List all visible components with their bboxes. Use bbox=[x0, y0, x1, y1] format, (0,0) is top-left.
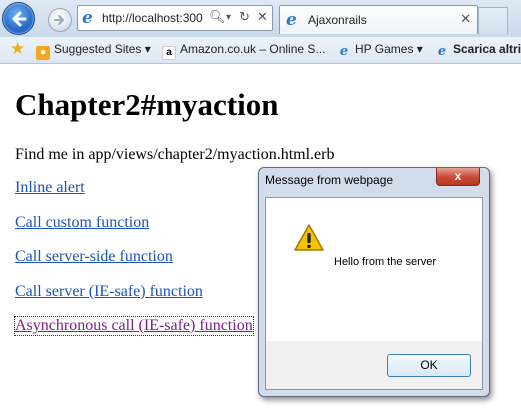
link-call-custom-function[interactable]: Call custom function bbox=[15, 214, 149, 232]
ie-page-icon: e bbox=[82, 8, 93, 28]
favorites-bar: ★ ● Suggested Sites ▾ a Amazon.co.uk – Onl… bbox=[0, 37, 521, 64]
dropdown-icon[interactable]: ▾ bbox=[226, 12, 231, 23]
amazon-icon: a bbox=[162, 46, 176, 60]
favorite-scarica-altri[interactable]: e Scarica altri bbox=[435, 42, 521, 59]
link-asynchronous-call-ie-safe-function[interactable]: Asynchronous call (IE-safe) function bbox=[14, 316, 254, 336]
dialog-message-area: Hello from the server bbox=[266, 198, 482, 341]
address-bar[interactable]: e http://localhost:300 🔍︎ ▾ ↻ ✕ bbox=[77, 5, 273, 31]
address-url[interactable]: http://localhost:300 bbox=[102, 11, 204, 25]
link-call-server-ie-safe-function[interactable]: Call server (IE-safe) function bbox=[15, 283, 203, 301]
ie-tab-icon: e bbox=[286, 10, 297, 30]
browser-toolbar: e http://localhost:300 🔍︎ ▾ ↻ ✕ e Ajaxon… bbox=[0, 0, 521, 37]
forward-button[interactable] bbox=[48, 8, 72, 32]
forward-arrow-icon bbox=[54, 15, 64, 25]
tab-title: Ajaxonrails bbox=[308, 13, 367, 27]
alert-dialog: Message from webpage x Hello from the se… bbox=[258, 167, 490, 397]
favorite-amazon[interactable]: a Amazon.co.uk – Online S... bbox=[162, 42, 325, 60]
warning-icon bbox=[294, 224, 324, 251]
new-tab-button[interactable] bbox=[478, 7, 508, 34]
link-call-server-side-function[interactable]: Call server-side function bbox=[15, 248, 173, 266]
dialog-title: Message from webpage bbox=[265, 173, 394, 187]
tab-ajaxonrails[interactable]: e Ajaxonrails ✕ bbox=[279, 5, 478, 34]
suggested-sites-icon: ● bbox=[36, 46, 50, 60]
ie-page-icon: e bbox=[339, 44, 349, 59]
tab-close-icon[interactable]: ✕ bbox=[460, 11, 471, 27]
favorite-hp-games[interactable]: e HP Games ▾ bbox=[337, 42, 423, 59]
favorites-star-icon[interactable]: ★ bbox=[10, 39, 25, 59]
dialog-body: Hello from the server OK bbox=[265, 197, 483, 390]
ie-page-icon: e bbox=[437, 44, 447, 59]
back-arrow-icon bbox=[12, 11, 26, 26]
refresh-icon[interactable]: ↻ bbox=[239, 9, 250, 25]
dialog-message: Hello from the server bbox=[334, 256, 437, 268]
dialog-close-button[interactable]: x bbox=[436, 168, 480, 186]
page-note: Find me in app/views/chapter2/myaction.h… bbox=[15, 146, 335, 163]
back-button[interactable] bbox=[2, 2, 35, 35]
search-icon[interactable]: 🔍︎ bbox=[209, 9, 226, 25]
stop-icon[interactable]: ✕ bbox=[257, 9, 268, 25]
favorite-suggested-sites[interactable]: ● Suggested Sites ▾ bbox=[36, 42, 151, 60]
ok-button[interactable]: OK bbox=[387, 354, 471, 377]
page-title: Chapter2#myaction bbox=[15, 87, 279, 122]
link-inline-alert[interactable]: Inline alert bbox=[15, 179, 85, 197]
